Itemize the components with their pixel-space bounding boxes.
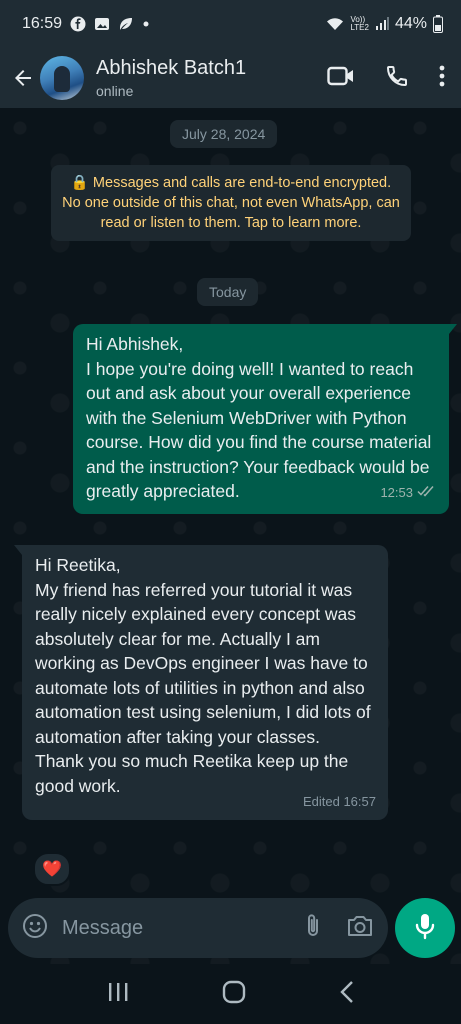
incoming-message-time: Edited 16:57 xyxy=(302,793,376,809)
chat-header: Abhishek Batch1 online xyxy=(0,48,461,108)
system-navigation-bar xyxy=(0,964,461,1024)
microphone-icon xyxy=(414,912,436,945)
facebook-notification-icon xyxy=(70,16,86,32)
leaf-notification-icon xyxy=(118,16,134,32)
outgoing-message-time: 12:53 xyxy=(380,485,413,501)
attach-icon[interactable] xyxy=(304,913,322,944)
battery-icon xyxy=(433,15,443,33)
more-options-icon[interactable] xyxy=(439,65,445,92)
voice-message-button[interactable] xyxy=(395,898,455,958)
message-composer[interactable]: Message xyxy=(8,898,388,958)
heart-reaction[interactable]: ❤️ xyxy=(33,852,71,886)
camera-icon[interactable] xyxy=(346,914,374,943)
back-arrow-icon[interactable] xyxy=(8,63,38,93)
outgoing-message-text: Hi Abhishek, I hope you're doing well! I… xyxy=(86,334,432,501)
gallery-notification-icon xyxy=(94,16,110,32)
read-receipt-icon xyxy=(417,481,437,506)
contact-name: Abhishek Batch1 xyxy=(96,57,247,79)
message-input[interactable]: Message xyxy=(62,917,304,940)
battery-percent: 44% xyxy=(394,15,427,32)
chat-area[interactable]: July 28, 2024 🔒 Messages and calls are e… xyxy=(0,108,461,964)
lte-icon: Vo)) LTE2 xyxy=(350,15,369,32)
back-nav-icon[interactable] xyxy=(339,980,355,1009)
today-pill: Today xyxy=(197,278,259,306)
status-bar: 16:59 Vo)) LTE2 44% xyxy=(0,0,461,48)
encryption-notice[interactable]: 🔒 Messages and calls are end-to-end encr… xyxy=(51,165,411,241)
contact-info[interactable]: Abhishek Batch1 online xyxy=(96,56,246,100)
dot-icon xyxy=(142,20,150,28)
heart-icon: ❤️ xyxy=(42,861,62,878)
incoming-message[interactable]: Hi Reetika, My friend has referred your … xyxy=(14,545,388,820)
date-pill: July 28, 2024 xyxy=(170,120,278,148)
outgoing-message[interactable]: Hi Abhishek, I hope you're doing well! I… xyxy=(73,324,457,514)
wifi-icon xyxy=(326,17,344,31)
emoji-icon[interactable] xyxy=(22,913,48,944)
home-icon[interactable] xyxy=(221,979,247,1010)
recent-apps-icon[interactable] xyxy=(106,981,130,1008)
signal-icon xyxy=(375,17,389,31)
contact-status: online xyxy=(96,83,134,99)
contact-avatar[interactable] xyxy=(40,56,84,100)
incoming-message-text: Hi Reetika, My friend has referred your … xyxy=(35,555,371,796)
video-call-icon[interactable] xyxy=(327,65,355,92)
status-time: 16:59 xyxy=(22,15,63,32)
voice-call-icon[interactable] xyxy=(385,64,409,93)
